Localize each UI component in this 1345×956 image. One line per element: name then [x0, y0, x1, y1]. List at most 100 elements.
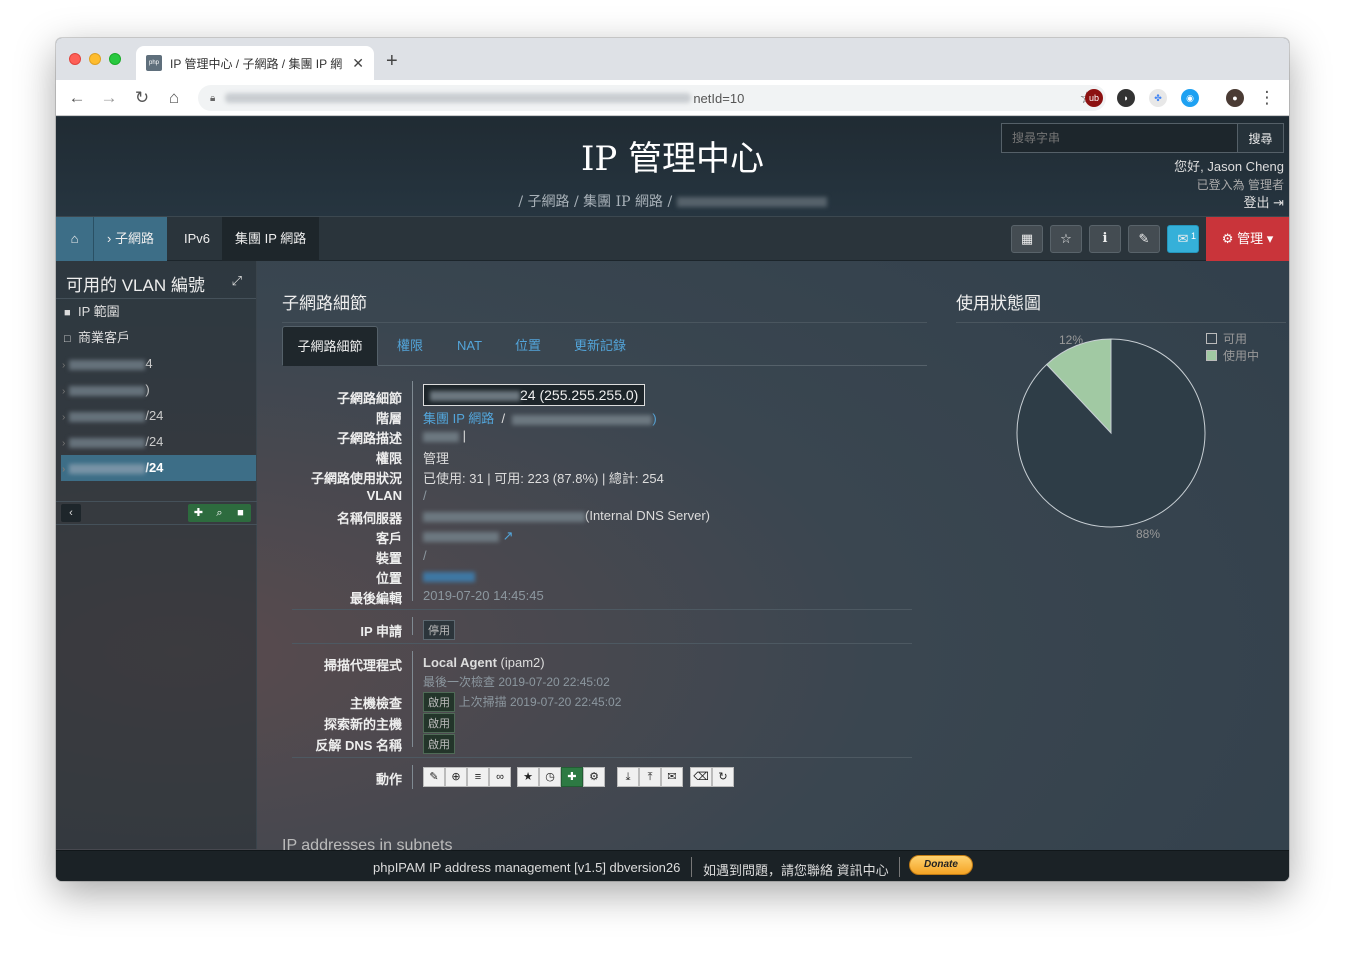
- extension-icon[interactable]: ◗: [1117, 89, 1135, 107]
- breadcrumb-subnets[interactable]: 子網路: [528, 194, 570, 210]
- sidebar-subnet-item[interactable]: ›): [56, 377, 256, 403]
- last-check: 最後一次檢查 2019-07-20 22:45:02: [423, 675, 610, 689]
- nav-home-icon[interactable]: ⌂: [56, 217, 93, 261]
- sidebar-title: 可用的 VLAN 編號 ⤢: [56, 261, 256, 299]
- link-icon[interactable]: ∞: [489, 767, 511, 787]
- hierarchy-folder-link[interactable]: 集團 IP 網路: [423, 411, 494, 426]
- tab-permissions[interactable]: 權限: [397, 326, 423, 366]
- reload-icon[interactable]: ↻: [131, 87, 153, 109]
- donate-button[interactable]: Donate: [909, 855, 973, 875]
- location-link[interactable]: [423, 571, 475, 582]
- expand-icon[interactable]: ⤢: [232, 273, 242, 289]
- actions-label: 動作: [375, 772, 402, 787]
- external-link-icon[interactable]: ↗: [503, 528, 514, 543]
- forward-icon[interactable]: →: [98, 87, 120, 109]
- sidebar: 可用的 VLAN 編號 ⤢ ■ IP 範圍 □ 商業客戶 › 4 ›) ›/24 › /…: [56, 261, 257, 849]
- add-subnet-icon[interactable]: ✚: [188, 504, 209, 522]
- mail-icon[interactable]: ✉ 1: [1167, 225, 1199, 253]
- favourite-star-icon[interactable]: ★: [517, 767, 539, 787]
- used-percent-label: 12%: [1059, 333, 1084, 347]
- info-icon[interactable]: i: [1089, 225, 1121, 253]
- usage-chart-panel: 使用狀態圖 可用 使用中 12% 88%: [956, 261, 1286, 541]
- chart-title: 使用狀態圖: [956, 289, 1286, 323]
- close-tab-icon[interactable]: ✕: [352, 55, 364, 72]
- page-footer: phpIPAM IP address management [v1.5] dbv…: [56, 850, 1289, 881]
- add-ip-icon[interactable]: ✚: [561, 767, 583, 787]
- action-group-edit: ✎ ⊕ ≡ ∞: [423, 767, 511, 787]
- sidebar-subnet-item-active[interactable]: ›/24: [61, 455, 256, 481]
- import-icon[interactable]: ⤓: [617, 767, 639, 787]
- rdns-badge: 啟用: [423, 734, 455, 754]
- tools-wrench-icon[interactable]: ✎: [1128, 225, 1160, 253]
- nav-subnets[interactable]: › 子網路: [93, 217, 167, 261]
- add-circle-icon[interactable]: ⊕: [445, 767, 467, 787]
- breadcrumb: / 子網路 / 集團 IP 網路 /: [56, 191, 1289, 211]
- tab-location[interactable]: 位置: [515, 326, 541, 366]
- minimize-window-button[interactable]: [89, 53, 101, 65]
- sidebar-subnet-item[interactable]: ›/24: [56, 429, 256, 455]
- logout-link[interactable]: 登出 ⇥: [1174, 194, 1284, 212]
- folder-icon: ■: [64, 307, 71, 319]
- nameserver-label: 名稱伺服器: [336, 511, 402, 526]
- new-tab-button[interactable]: +: [386, 50, 398, 73]
- add-folder-icon[interactable]: ■: [230, 504, 251, 522]
- address-bar[interactable]: 🔒︎ netId=10 ☆: [198, 85, 1106, 111]
- tab-strip: php IPAM IP 管理中心 / 子網路 / 集團 IP 網 ✕ +: [56, 38, 1289, 82]
- sidebar-subnet-item[interactable]: ›/24: [56, 403, 256, 429]
- list-icon[interactable]: ≡: [467, 767, 489, 787]
- section-title: 子網路細節: [282, 289, 927, 323]
- nav-folder[interactable]: 集團 IP 網路: [222, 217, 320, 261]
- blue-extension-icon[interactable]: ◉: [1181, 89, 1199, 107]
- search-subnet-icon[interactable]: ⌕: [209, 504, 230, 522]
- history-clock-icon[interactable]: ◷: [539, 767, 561, 787]
- dashboard-grid-icon[interactable]: ▦: [1011, 225, 1043, 253]
- tab-subnet-details[interactable]: 子網路細節: [282, 326, 378, 366]
- maximize-window-button[interactable]: [109, 53, 121, 65]
- menu-dots-icon[interactable]: ⋮: [1256, 87, 1278, 109]
- nav-ipv6[interactable]: IPv6: [171, 217, 223, 261]
- pie-slice-free: [1016, 338, 1206, 528]
- email-icon[interactable]: ✉: [661, 767, 683, 787]
- discover-label: 探索新的主機: [323, 717, 402, 732]
- export-icon[interactable]: ⤒: [639, 767, 661, 787]
- profile-avatar[interactable]: ●: [1226, 89, 1244, 107]
- clean-icon[interactable]: ⌫: [690, 767, 712, 787]
- permission-value: 管理: [423, 451, 450, 466]
- close-window-button[interactable]: [69, 53, 81, 65]
- collapse-sidebar-icon[interactable]: ‹: [61, 504, 81, 522]
- sidebar-subnet-item[interactable]: › 4: [56, 351, 256, 377]
- lock-icon: 🔒︎: [210, 92, 216, 104]
- sidebar-folder-ip-range[interactable]: ■ IP 範圍: [56, 299, 256, 325]
- tab-changelog[interactable]: 更新記錄: [574, 326, 626, 366]
- subnet-label: 子網路細節: [336, 391, 402, 406]
- search-form: 搜尋: [1001, 123, 1284, 153]
- usage-pie-chart: [1016, 338, 1206, 528]
- action-group-scan: ★ ◷ ✚ ⚙: [517, 767, 605, 787]
- sidebar-folder-business[interactable]: □ 商業客戶: [56, 325, 256, 351]
- scan-gears-icon[interactable]: ⚙: [583, 767, 605, 787]
- usage-value: 已使用: 31 | 可用: 223 (87.8%) | 總計: 254: [423, 471, 664, 486]
- free-percent-label: 88%: [1136, 527, 1161, 541]
- tab-nat[interactable]: NAT: [457, 326, 482, 366]
- breadcrumb-folder[interactable]: 集團 IP 網路: [583, 194, 663, 210]
- sidebar-actions: ✚ ⌕ ■: [188, 504, 251, 522]
- usage-label: 子網路使用狀況: [310, 471, 402, 486]
- ublock-extension-icon[interactable]: ub: [1085, 89, 1103, 107]
- footer-version: phpIPAM IP address management [v1.5] dbv…: [373, 860, 681, 875]
- favourites-star-icon[interactable]: ☆: [1050, 225, 1082, 253]
- colorful-extension-icon[interactable]: ✤: [1149, 89, 1167, 107]
- home-icon[interactable]: ⌂: [163, 87, 185, 109]
- search-input[interactable]: [1001, 123, 1238, 153]
- action-group-export: ⤓ ⤒ ✉: [617, 767, 683, 787]
- back-icon[interactable]: ←: [66, 87, 88, 109]
- mail-badge: 1: [1190, 231, 1196, 241]
- browser-toolbar: ← → ↻ ⌂ 🔒︎ netId=10 ☆ ub ◗ ✤ ◉ ● ⋮: [56, 80, 1289, 116]
- browser-tab[interactable]: php IPAM IP 管理中心 / 子網路 / 集團 IP 網 ✕: [136, 46, 374, 82]
- ip-request-label: IP 申請: [360, 624, 402, 639]
- admin-menu-button[interactable]: ⚙ 管理 ▾: [1206, 217, 1289, 261]
- scan-agent-name: Local Agent: [423, 655, 497, 670]
- refresh-icon[interactable]: ↻: [712, 767, 734, 787]
- edit-pencil-icon[interactable]: ✎: [423, 767, 445, 787]
- vlan-value: /: [423, 488, 427, 503]
- search-button[interactable]: 搜尋: [1238, 123, 1284, 153]
